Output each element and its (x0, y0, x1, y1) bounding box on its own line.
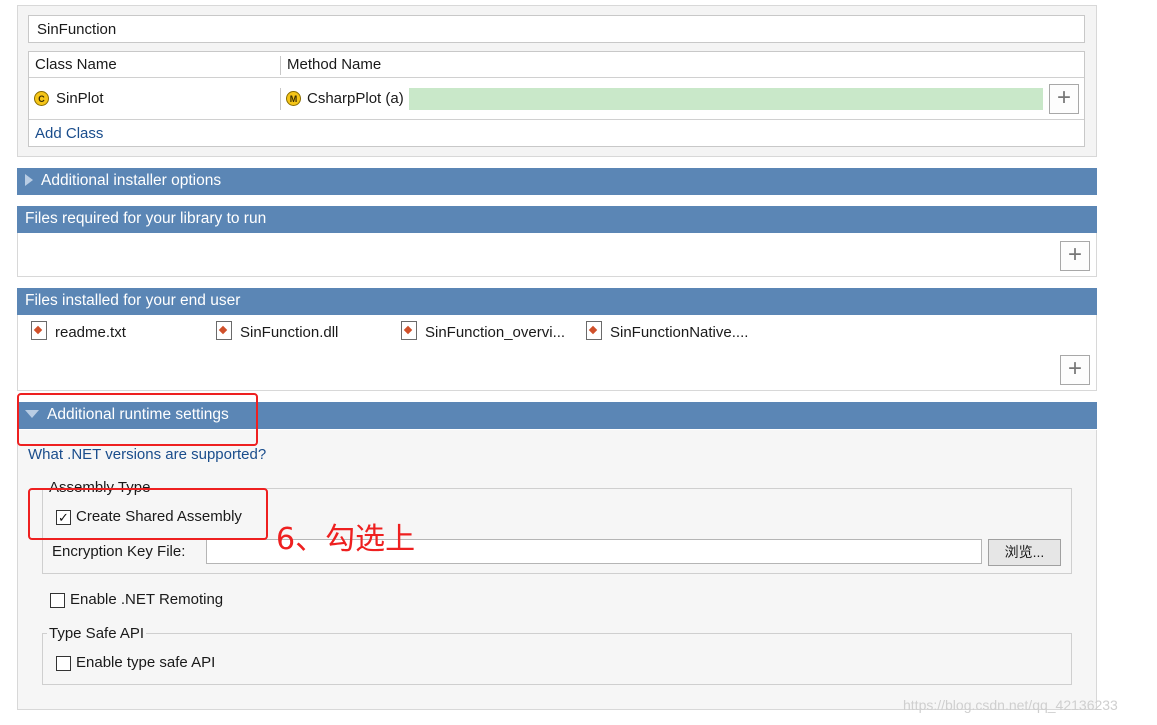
column-divider[interactable] (280, 56, 281, 75)
add-required-file-button[interactable]: + (1060, 241, 1090, 271)
document-icon (216, 321, 232, 340)
document-icon (401, 321, 417, 340)
method-progress-bar (409, 88, 1043, 110)
file-item[interactable]: SinFunction_overvi... (401, 321, 565, 343)
method-name-header: Method Name (287, 56, 382, 73)
column-divider (280, 88, 281, 110)
file-name: SinFunctionNative.... (610, 324, 749, 341)
enable-remoting-checkbox[interactable] (50, 593, 65, 608)
table-header-row: Class Name Method Name (29, 52, 1084, 78)
files-required-header: Files required for your library to run (17, 206, 1097, 233)
add-method-button[interactable]: + (1049, 84, 1079, 114)
enable-type-safe-checkbox[interactable] (56, 656, 71, 671)
files-installed-title: Files installed for your end user (25, 292, 241, 309)
class-name-header: Class Name (35, 56, 117, 73)
enable-remoting-label: Enable .NET Remoting (70, 591, 224, 608)
function-name-field[interactable]: SinFunction (28, 15, 1085, 43)
class-icon: C (34, 91, 49, 106)
add-installed-file-button[interactable]: + (1060, 355, 1090, 385)
file-name: SinFunction_overvi... (425, 324, 566, 341)
file-name: readme.txt (55, 324, 126, 341)
document-icon (31, 321, 47, 340)
files-installed-header: Files installed for your end user (17, 288, 1097, 315)
class-method-table: Class Name Method Name C SinPlot M Cshar… (28, 51, 1085, 147)
class-name-cell[interactable]: SinPlot (56, 90, 104, 107)
highlight-shared-assembly-box (28, 488, 268, 540)
files-required-title: Files required for your library to run (25, 210, 267, 227)
annotation-text: 6、勾选上 (276, 522, 416, 557)
net-versions-link[interactable]: What .NET versions are supported? (28, 446, 266, 463)
encryption-key-label: Encryption Key File: (52, 543, 186, 560)
highlight-runtime-box (17, 393, 258, 446)
type-safe-api-title: Type Safe API (47, 625, 147, 642)
installer-options-title: Additional installer options (41, 172, 222, 189)
browse-button[interactable]: 浏览... (988, 539, 1061, 566)
installer-options-header[interactable]: Additional installer options (17, 168, 1097, 195)
watermark-text: https://blog.csdn.net/qq_42136233 (903, 697, 1118, 713)
file-name: SinFunction.dll (240, 324, 339, 341)
file-item[interactable]: SinFunctionNative.... (586, 321, 748, 343)
add-class-link[interactable]: Add Class (35, 125, 103, 142)
triangle-right-icon (25, 174, 33, 186)
file-item[interactable]: SinFunction.dll (216, 321, 338, 343)
enable-type-safe-label: Enable type safe API (76, 654, 216, 671)
files-required-panel: + (17, 233, 1097, 277)
method-name-cell[interactable]: CsharpPlot (a) (307, 90, 404, 107)
document-icon (586, 321, 602, 340)
method-icon: M (286, 91, 301, 106)
table-row[interactable]: C SinPlot M CsharpPlot (a) + (29, 79, 1084, 120)
file-item[interactable]: readme.txt (31, 321, 126, 343)
